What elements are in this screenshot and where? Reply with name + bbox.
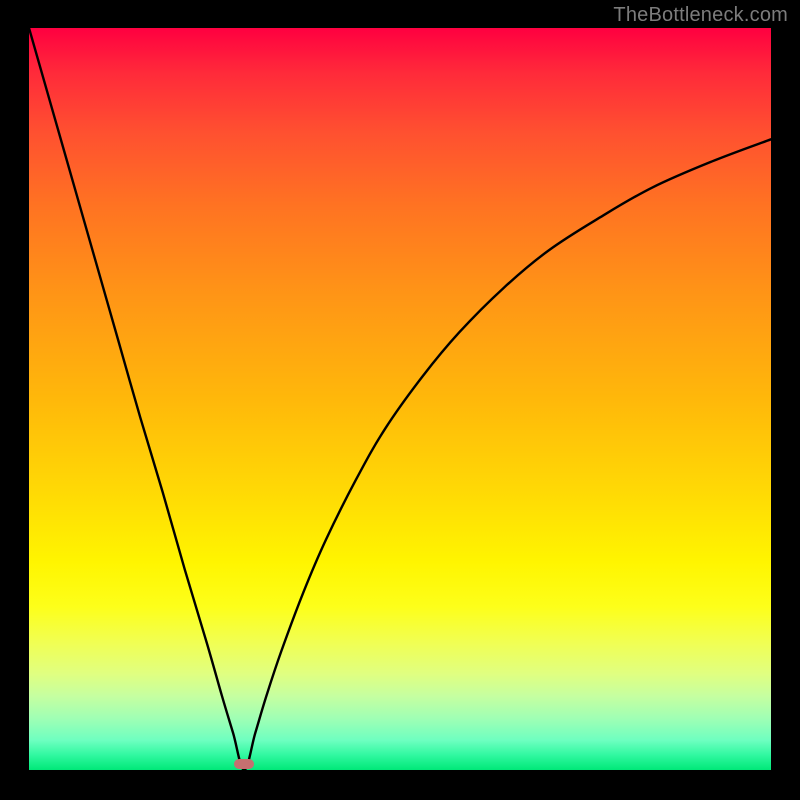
minimum-marker (234, 759, 254, 769)
plot-area (29, 28, 771, 770)
curve-path (29, 28, 771, 770)
bottleneck-curve (29, 28, 771, 770)
chart-container: TheBottleneck.com (0, 0, 800, 800)
watermark-text: TheBottleneck.com (613, 4, 788, 27)
